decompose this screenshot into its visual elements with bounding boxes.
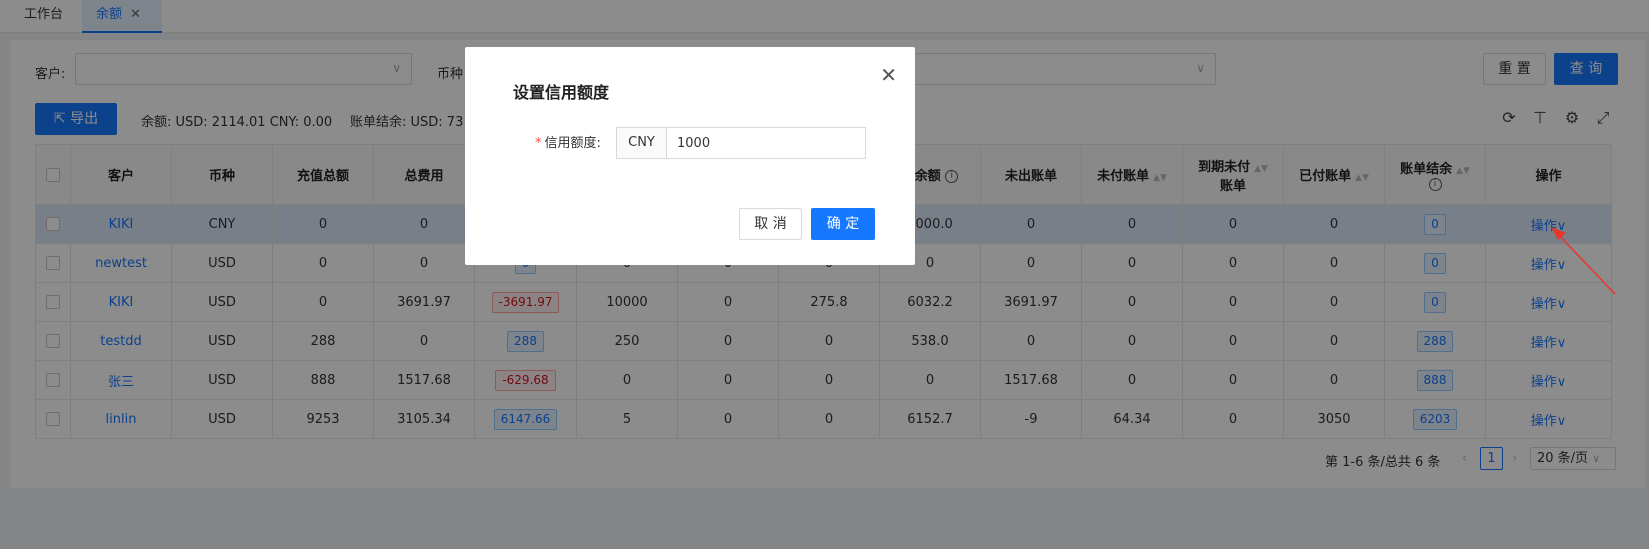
- required-mark: *: [535, 136, 542, 151]
- credit-limit-label: * 信用额度:: [535, 132, 601, 151]
- credit-limit-label-text: 信用额度:: [544, 136, 601, 151]
- modal-title: 设置信用额度: [513, 83, 610, 102]
- close-icon[interactable]: ✕: [880, 63, 897, 87]
- credit-limit-input[interactable]: [666, 127, 866, 159]
- cancel-button[interactable]: 取 消: [739, 208, 802, 240]
- credit-limit-modal: 设置信用额度 ✕ *信用额度: CNY 取 消 确 定: [465, 47, 915, 265]
- confirm-button[interactable]: 确 定: [811, 208, 875, 240]
- currency-addon: CNY: [616, 127, 667, 159]
